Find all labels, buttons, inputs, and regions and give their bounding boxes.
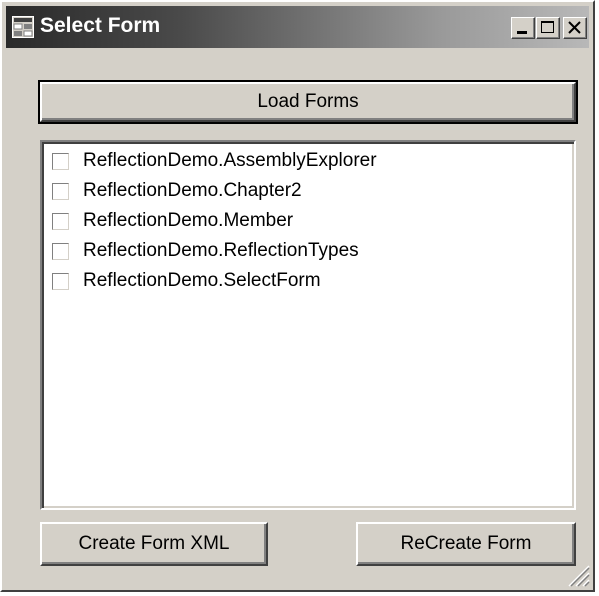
- close-button[interactable]: [563, 17, 587, 39]
- load-forms-button[interactable]: Load Forms: [38, 80, 578, 124]
- minimize-button[interactable]: [511, 17, 535, 39]
- recreate-form-button[interactable]: ReCreate Form: [356, 522, 576, 566]
- list-item[interactable]: ReflectionDemo.SelectForm: [52, 266, 321, 296]
- window-title: Select Form: [40, 14, 161, 37]
- form-window-icon[interactable]: [12, 16, 34, 38]
- minimize-icon: [517, 31, 527, 34]
- list-item-label: ReflectionDemo.ReflectionTypes: [83, 240, 359, 261]
- resize-grip-icon[interactable]: [563, 560, 591, 588]
- list-item-label: ReflectionDemo.AssemblyExplorer: [83, 150, 377, 171]
- list-item-label: ReflectionDemo.Member: [83, 210, 294, 231]
- list-item[interactable]: ReflectionDemo.Member: [52, 206, 293, 236]
- list-item[interactable]: ReflectionDemo.ReflectionTypes: [52, 236, 359, 266]
- checkbox-icon[interactable]: [52, 212, 69, 230]
- select-form-window: Select Form Load Forms ReflectionDemo.As…: [0, 0, 595, 592]
- checkbox-icon[interactable]: [52, 152, 69, 170]
- list-item-label: ReflectionDemo.SelectForm: [83, 270, 321, 291]
- maximize-button[interactable]: [536, 17, 560, 39]
- maximize-icon: [541, 21, 554, 33]
- list-item[interactable]: ReflectionDemo.Chapter2: [52, 176, 302, 206]
- title-bar[interactable]: Select Form: [6, 6, 589, 48]
- list-item-label: ReflectionDemo.Chapter2: [83, 180, 302, 201]
- checkbox-icon[interactable]: [52, 272, 69, 290]
- list-item[interactable]: ReflectionDemo.AssemblyExplorer: [52, 146, 377, 176]
- checkbox-icon[interactable]: [52, 182, 69, 200]
- form-checked-list[interactable]: ReflectionDemo.AssemblyExplorer Reflecti…: [40, 140, 576, 510]
- create-form-xml-button[interactable]: Create Form XML: [40, 522, 268, 566]
- checkbox-icon[interactable]: [52, 242, 69, 260]
- close-icon: [568, 21, 581, 34]
